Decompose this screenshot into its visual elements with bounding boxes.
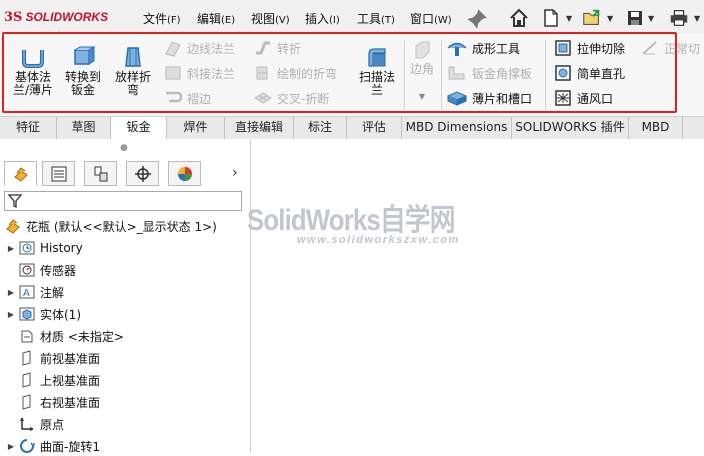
origin-icon [18,415,36,433]
configurationmanager-icon [94,166,107,181]
plane-icon [18,349,36,367]
tab-sketch[interactable]: 草图 [57,117,111,139]
featuremanager-icon [13,166,28,182]
menu-file[interactable]: 文件(F) [143,10,181,27]
tree-item-annotations[interactable]: ▶ A 注解 [4,282,64,302]
tab-weldments[interactable]: 焊件 [167,117,225,139]
propertymanager-tab[interactable] [42,161,75,186]
open-dropdown-arrow-icon[interactable]: ▼ [607,14,613,23]
menu-tools[interactable]: 工具(T) [357,10,395,27]
watermark-title: SolidWorks自学网 [247,204,456,237]
tree-item-history[interactable]: ▶ History [4,238,83,258]
pin-icon[interactable] [466,8,488,30]
menu-insert[interactable]: 插入(I) [305,10,340,27]
watermark-url: www.solidworkszxw.com [297,234,460,246]
open-icon[interactable] [581,7,603,29]
print-dropdown-arrow-icon[interactable]: ▼ [694,14,700,23]
annotation-icon: A [18,283,36,301]
new-dropdown-arrow-icon[interactable]: ▼ [566,14,572,23]
tab-evaluate[interactable]: 评估 [347,117,402,139]
configurationmanager-tab[interactable] [84,161,117,186]
expand-arrow-icon[interactable]: ▶ [4,288,18,297]
featuremanager-tab[interactable] [4,161,37,186]
tree-item-surface-revolve[interactable]: ▶ 曲面-旋转1 [4,436,100,456]
part-icon [4,217,22,235]
menu-view[interactable]: 视图(V) [251,10,290,27]
expand-arrow-icon[interactable]: ▶ [4,442,18,451]
menu-window[interactable]: 窗口(W) [410,10,452,27]
sensor-icon [18,261,36,279]
tab-mbd[interactable]: MBD [629,117,683,139]
tree-item-right-plane[interactable]: 右视基准面 [4,392,100,412]
command-tabs: 特征 草图 钣金 焊件 直接编辑 标注 评估 MBD Dimensions SO… [0,116,704,140]
propertymanager-icon [51,166,66,181]
tree-item-solid-bodies[interactable]: ▶ 实体(1) [4,304,81,324]
panel-splitter-handle[interactable]: ● [120,143,128,153]
save-icon[interactable] [624,7,646,29]
displaymanager-tab[interactable] [168,161,201,186]
tree-item-top-plane[interactable]: 上视基准面 [4,370,100,390]
material-icon [18,327,36,345]
filter-icon [7,194,23,209]
tab-mbd-dimensions[interactable]: MBD Dimensions [402,117,512,139]
tree-item-origin[interactable]: 原点 [4,414,64,434]
print-icon[interactable] [668,7,690,29]
feature-manager-panel: ● › 花瓶 (默认<<默认>_显示状态 1>) ▶ History 传感器 ▶… [0,139,251,456]
displaymanager-icon [177,166,192,181]
panel-expand-arrow-icon[interactable]: › [232,165,238,181]
surface-revolve-icon [18,437,36,455]
tree-item-sensors[interactable]: 传感器 [4,260,76,280]
tree-root-part[interactable]: 花瓶 (默认<<默认>_显示状态 1>) [4,216,217,236]
tab-direct-editing[interactable]: 直接编辑 [225,117,294,139]
tab-features[interactable]: 特征 [0,117,57,139]
tree-item-material[interactable]: 材质 <未指定> [4,326,124,346]
solid-body-icon [18,305,36,323]
svg-text:A: A [23,288,30,299]
menu-bar: 3S SOLIDWORKS 文件(F) 编辑(E) 视图(V) 插入(I) 工具… [0,0,704,35]
home-icon[interactable] [508,7,530,29]
history-icon [18,239,36,257]
tree-filter[interactable] [4,191,242,211]
ds-logo-mark: 3S [4,9,23,25]
expand-arrow-icon[interactable]: ▶ [4,310,18,319]
new-document-icon[interactable] [540,7,562,29]
highlight-box [2,32,677,113]
tab-markup[interactable]: 标注 [294,117,347,139]
tree-item-front-plane[interactable]: 前视基准面 [4,348,100,368]
expand-arrow-icon[interactable]: ▶ [4,244,18,253]
graphics-area[interactable]: SolidWorks自学网 www.solidworkszxw.com [247,139,704,453]
logo-text: SOLIDWORKS [25,10,109,24]
plane-icon [18,393,36,411]
save-dropdown-arrow-icon[interactable]: ▼ [648,14,654,23]
solidworks-logo[interactable]: 3S SOLIDWORKS [4,8,108,26]
tab-solidworks-addins[interactable]: SOLIDWORKS 插件 [512,117,629,139]
menu-edit[interactable]: 编辑(E) [197,10,235,27]
dimxpertmanager-tab[interactable] [126,161,159,186]
panel-tabs [4,161,244,187]
tab-sheet-metal[interactable]: 钣金 [111,117,167,140]
plane-icon [18,371,36,389]
crosshair-icon [134,165,151,182]
